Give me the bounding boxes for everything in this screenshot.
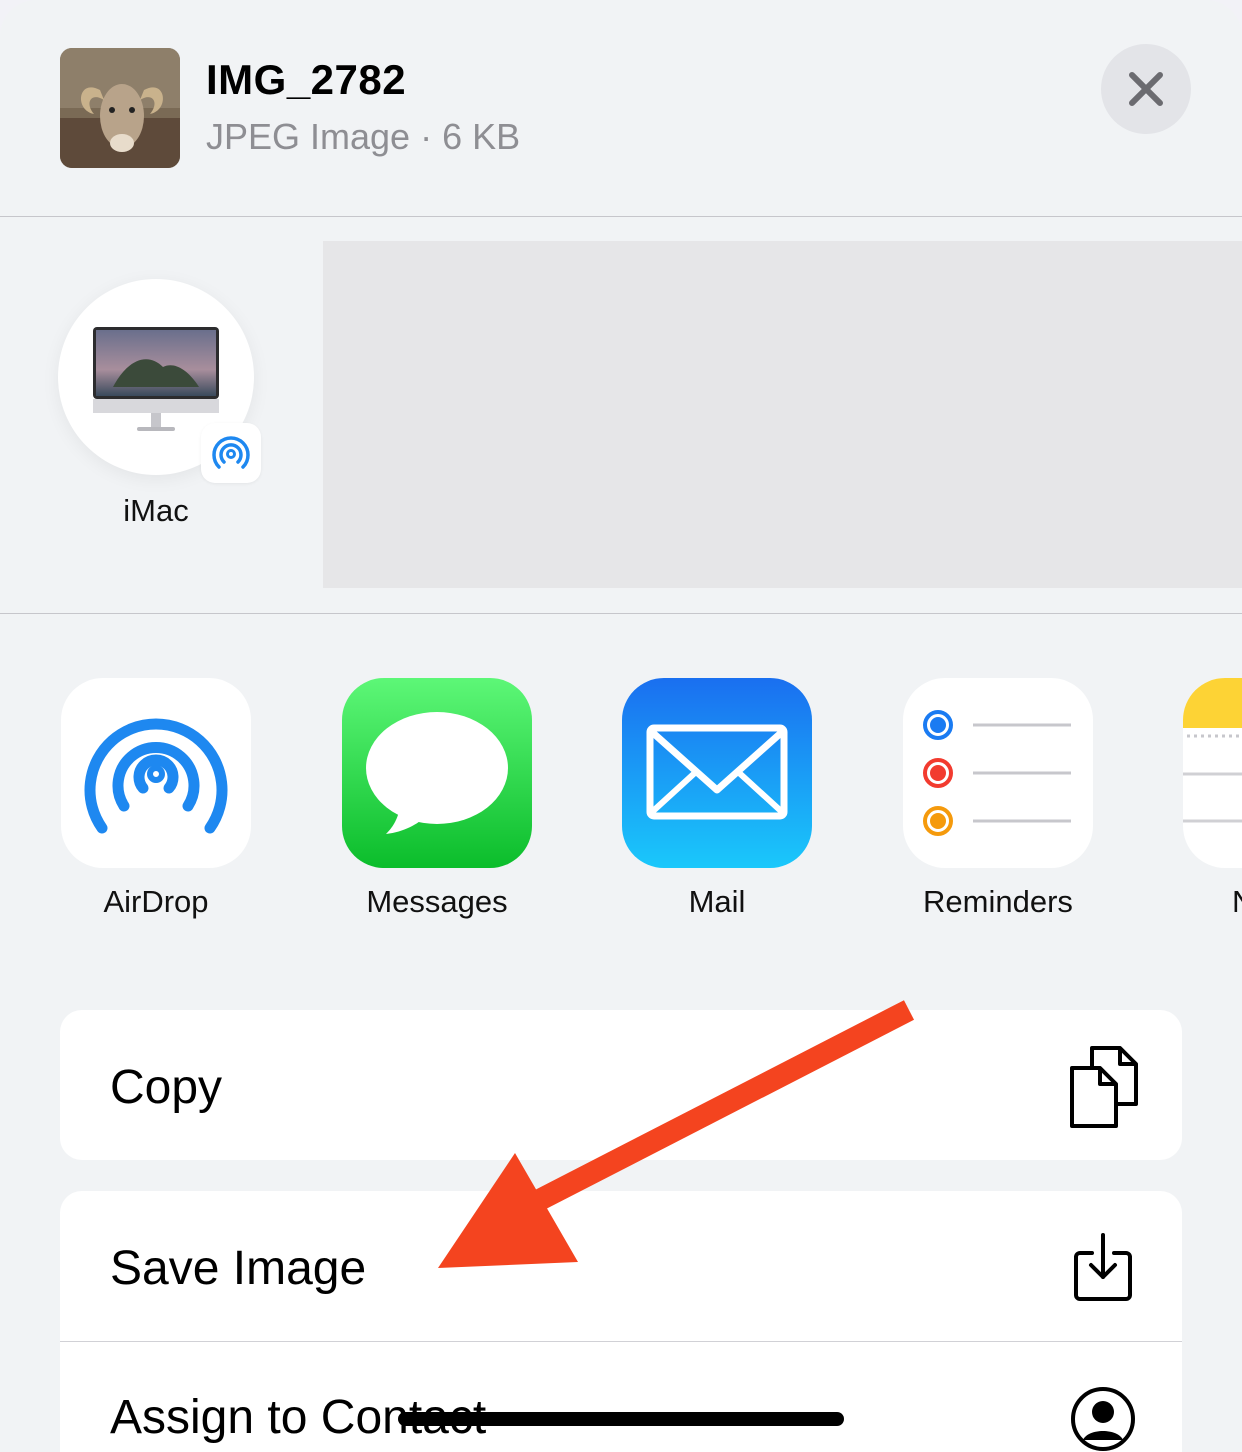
share-sheet: IMG_2782 JPEG Image · 6 KB iMac AirDrop … <box>0 0 1242 1452</box>
home-indicator[interactable] <box>398 1412 844 1426</box>
annotation-arrow <box>438 1000 915 1268</box>
